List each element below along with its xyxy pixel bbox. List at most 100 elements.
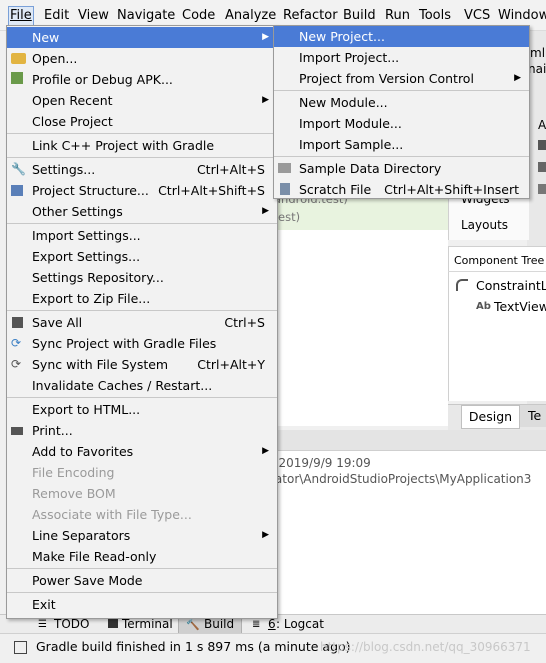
file-open[interactable]: Open... [7, 48, 277, 69]
file-invalidate-caches-label: Invalidate Caches / Restart... [32, 378, 213, 393]
file-export-html[interactable]: Export to HTML... [7, 399, 277, 420]
menu-window[interactable]: Window [497, 8, 546, 25]
textview-badge-icon: Ab [476, 301, 491, 312]
side-icon-3[interactable] [538, 184, 546, 194]
file-link-cpp[interactable]: Link C++ Project with Gradle [7, 135, 277, 156]
file-remove-bom[interactable]: Remove BOM [7, 483, 277, 504]
file-export-settings[interactable]: Export Settings... [7, 246, 277, 267]
tab-design[interactable]: Design [461, 405, 520, 429]
side-icon-2[interactable] [538, 162, 546, 172]
build-line-1: t 2019/9/9 19:09 [270, 456, 371, 470]
file-export-zip[interactable]: Export to Zip File... [7, 288, 277, 309]
new-module-label: New Module... [299, 95, 388, 110]
file-project-structure[interactable]: Project Structure... Ctrl+Alt+Shift+S [7, 180, 277, 201]
status-toggle-icon[interactable] [14, 641, 27, 654]
sync-icon: ⟳ [11, 357, 22, 371]
file-export-html-label: Export to HTML... [32, 402, 141, 417]
file-power-save[interactable]: Power Save Mode [7, 570, 277, 591]
submenu-arrow-icon: ▶ [262, 446, 269, 456]
menu-separator [7, 310, 277, 311]
build-output: t 2019/9/9 19:09 rator\AndroidStudioProj… [270, 451, 546, 614]
file-open-recent-label: Open Recent [32, 93, 113, 108]
build-panel-header [276, 430, 546, 451]
menu-vcs[interactable]: VCS [463, 8, 491, 25]
file-settings-repository[interactable]: Settings Repository... [7, 267, 277, 288]
file-exit-label: Exit [32, 597, 56, 612]
import-sample-label: Import Sample... [299, 137, 404, 152]
file-sync-fs-shortcut: Ctrl+Alt+Y [197, 357, 265, 372]
file-read-only[interactable]: Make File Read-only [7, 546, 277, 567]
file-export-zip-label: Export to Zip File... [32, 291, 151, 306]
logcat-tab[interactable]: : Logcat [276, 616, 324, 633]
tree-child-label[interactable]: TextView [494, 299, 546, 314]
file-invalidate-caches[interactable]: Invalidate Caches / Restart... [7, 375, 277, 396]
menu-run[interactable]: Run [384, 8, 411, 25]
file-new[interactable]: New ▶ [7, 27, 277, 48]
file-save-all-shortcut: Ctrl+S [224, 315, 265, 330]
project-from-vcs-label: Project from Version Control [299, 71, 474, 86]
new-module[interactable]: New Module... [274, 92, 529, 113]
import-project[interactable]: Import Project... [274, 47, 529, 68]
file-close-project[interactable]: Close Project [7, 111, 277, 132]
file-sync-gradle[interactable]: ⟳ Sync Project with Gradle Files [7, 333, 277, 354]
file-close-project-label: Close Project [32, 114, 113, 129]
file-project-structure-shortcut: Ctrl+Alt+Shift+S [158, 183, 265, 198]
menu-separator [7, 133, 277, 134]
project-from-vcs[interactable]: Project from Version Control ▶ [274, 68, 529, 89]
tab-text[interactable]: Te [520, 405, 546, 427]
file-profile-apk[interactable]: Profile or Debug APK... [7, 69, 277, 90]
menu-analyze[interactable]: Analyze [224, 8, 277, 25]
tree-root-label[interactable]: ConstraintLa [476, 278, 546, 293]
file-encoding[interactable]: File Encoding [7, 462, 277, 483]
file-settings-repository-label: Settings Repository... [32, 270, 164, 285]
menu-file-label: File [10, 8, 32, 23]
menu-navigate[interactable]: Navigate [116, 8, 176, 25]
watermark: https://blog.csdn.net/qq_30966371 [320, 640, 531, 654]
menu-view[interactable]: View [77, 8, 110, 25]
scratch-file-label: Scratch File [299, 182, 372, 197]
tree-root-icon [456, 279, 468, 291]
menu-separator [7, 157, 277, 158]
file-encoding-label: File Encoding [32, 465, 115, 480]
file-link-cpp-label: Link C++ Project with Gradle [32, 138, 215, 153]
import-module-label: Import Module... [299, 116, 402, 131]
menu-file[interactable]: File [8, 6, 34, 26]
palette-layouts[interactable]: Layouts [461, 218, 508, 232]
file-import-settings[interactable]: Import Settings... [7, 225, 277, 246]
editor-area[interactable] [276, 196, 448, 426]
file-import-settings-label: Import Settings... [32, 228, 141, 243]
import-module[interactable]: Import Module... [274, 113, 529, 134]
new-project[interactable]: New Project... [274, 26, 529, 47]
menu-refactor[interactable]: Refactor [282, 8, 339, 25]
import-sample[interactable]: Import Sample... [274, 134, 529, 155]
file-save-all[interactable]: Save All Ctrl+S [7, 312, 277, 333]
file-print[interactable]: Print... [7, 420, 277, 441]
file-menu: New ▶ Open... Profile or Debug APK... Ope… [6, 25, 278, 619]
menu-code[interactable]: Code [181, 8, 216, 25]
gradle-sync-icon: ⟳ [11, 336, 22, 350]
menu-separator [7, 568, 277, 569]
menu-build[interactable]: Build [342, 8, 377, 25]
file-remove-bom-label: Remove BOM [32, 486, 116, 501]
menu-edit[interactable]: Edit [43, 8, 70, 25]
scratch-file[interactable]: Scratch File Ctrl+Alt+Shift+Insert [274, 179, 529, 200]
file-settings[interactable]: 🔧 Settings... Ctrl+Alt+S [7, 159, 277, 180]
file-open-label: Open... [32, 51, 78, 66]
file-associate-type[interactable]: Associate with File Type... [7, 504, 277, 525]
menu-separator [7, 592, 277, 593]
sample-data-dir[interactable]: Sample Data Directory [274, 158, 529, 179]
menu-tools[interactable]: Tools [418, 8, 452, 25]
file-exit[interactable]: Exit [7, 594, 277, 615]
status-message: Gradle build finished in 1 s 897 ms (a m… [36, 639, 351, 654]
file-line-separators[interactable]: Line Separators ▶ [7, 525, 277, 546]
file-open-recent[interactable]: Open Recent ▶ [7, 90, 277, 111]
file-export-settings-label: Export Settings... [32, 249, 141, 264]
file-sync-fs[interactable]: ⟳ Sync with File System Ctrl+Alt+Y [7, 354, 277, 375]
file-project-structure-label: Project Structure... [32, 183, 149, 198]
new-project-label: New Project... [299, 29, 385, 44]
build-line-2: rator\AndroidStudioProjects\MyApplicatio… [270, 472, 532, 486]
file-other-settings[interactable]: Other Settings ▶ [7, 201, 277, 222]
side-icon-1[interactable] [538, 140, 546, 150]
file-add-favorites[interactable]: Add to Favorites ▶ [7, 441, 277, 462]
menu-separator [274, 90, 529, 91]
